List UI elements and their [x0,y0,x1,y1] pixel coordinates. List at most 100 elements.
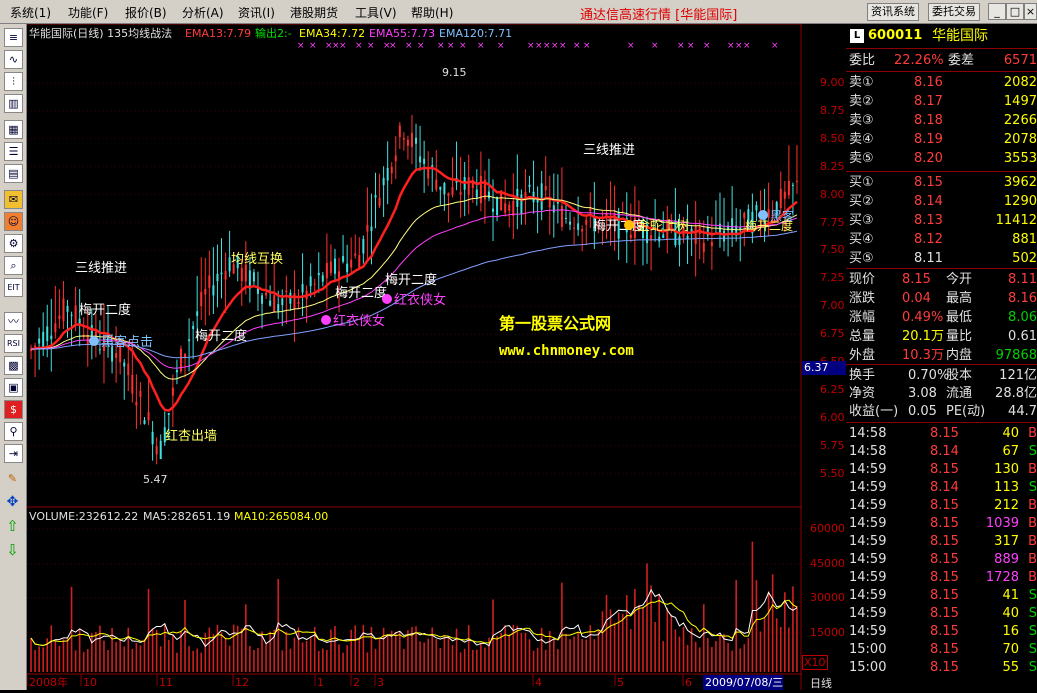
stat-row: 净资 3.08 流通 28.8亿 [846,385,1037,403]
indicator-icon[interactable]: ▩ [4,356,23,375]
rsi-icon[interactable]: RSI [4,334,23,353]
volume-unit: X10 [802,655,828,670]
tick-volume: 1039 [985,516,1019,531]
candle-body [309,276,312,287]
arrow-down-icon[interactable]: ⇩ [4,542,21,559]
candle-body [62,298,65,322]
period-label[interactable]: 日线 [810,675,832,691]
trade-button[interactable]: 委托交易 [928,3,980,21]
dollar-icon[interactable]: $ [4,400,23,419]
tick-price: 8.15 [930,660,959,675]
arrow-up-icon[interactable]: ⇧ [4,518,21,535]
mail-icon[interactable]: ✉ [4,190,23,209]
menu-analysis[interactable]: 分析(A) [182,4,224,21]
bid-volume: 11412 [995,213,1037,228]
kline-chart-svg[interactable]: × × × × × × × ×× × × × × × × × × × × × × × × × × × × × × × × × 华能国际(日线… [26,23,802,690]
stat-value: 0.70% [908,368,950,383]
kline-chart-icon[interactable]: ⫶ [4,72,23,91]
annotation-meikai-2: 梅开二度 [195,328,247,344]
candle-body [297,301,300,304]
stat-value: 0.05 [908,404,937,419]
candle-body [686,235,689,239]
bid-level-label: 买① [849,175,874,190]
candle-body [662,234,665,239]
candle-body [743,212,746,219]
candle-body [362,238,365,254]
hongyi-marker-2 [382,294,392,304]
candle-body [374,194,377,198]
bid-volume: 3962 [1003,175,1037,190]
signal-marker: × [417,41,425,51]
candle-body [252,272,255,282]
candle-body [386,167,389,181]
candle-body [281,298,284,306]
price-tick-label: 6.75 [820,327,845,341]
candle-body [313,283,316,285]
signal-marker: × [497,41,505,51]
pencil-icon[interactable]: ✎ [4,470,21,487]
wave-icon[interactable]: 〰 [4,312,23,331]
tick-volume: 113 [994,480,1019,495]
tick-time: 15:00 [849,642,887,657]
tick-side: S [1028,624,1037,639]
candle-body [333,258,336,274]
bar-chart-icon[interactable]: ▥ [4,94,23,113]
signal-marker: × [651,41,659,51]
users-icon[interactable]: ☺ [4,212,23,231]
jinshe-marker [624,220,634,230]
candle-body [492,208,495,212]
candle-body [475,189,478,198]
tick-side: S [1028,480,1037,495]
tick-time: 14:58 [849,426,887,441]
tick-volume: 889 [994,552,1019,567]
menu-quote[interactable]: 报价(B) [125,4,167,21]
list-icon[interactable]: ☰ [4,142,23,161]
candle-body [459,192,462,195]
minimize-icon[interactable]: _ [988,3,1006,20]
table-icon[interactable]: ▦ [4,120,23,139]
candle-body [443,183,446,195]
move-icon[interactable]: ✥ [4,494,21,511]
stat-label: 换手 [849,368,876,383]
stat-value: 44.7 [1008,404,1037,419]
x-axis-label: 12 [235,676,249,689]
kline-chart-area[interactable]: × × × × × × × × × × × × × × × × × × × × × × × × × × × × × × × × 华能国际(日线… [26,23,802,690]
eit-icon[interactable]: EIT [4,278,23,297]
export-icon[interactable]: ⇥ [4,444,23,463]
ranking-icon[interactable]: ▤ [4,164,23,183]
menu-tools[interactable]: 工具(V) [355,4,397,21]
info-system-button[interactable]: 资讯系统 [867,3,919,21]
tick-price: 8.15 [930,642,959,657]
menu-help[interactable]: 帮助(H) [411,4,453,21]
analysis-icon[interactable]: ⚙ [4,234,23,253]
price-tick-label: 8.75 [820,103,845,117]
menu-hk-futures[interactable]: 港股期货 [290,4,338,21]
ask-volume: 2266 [1003,113,1037,128]
candle-body [204,288,207,295]
restore-icon[interactable]: □ [1006,3,1024,20]
quote-list-icon[interactable]: ≡ [4,28,23,47]
menu-function[interactable]: 功能(F) [68,4,108,21]
price-tick-label: 6.25 [820,382,845,396]
candle-body [155,446,158,455]
candle-body [520,194,523,214]
chart-window-icon[interactable]: ▣ [4,378,23,397]
tick-time: 14:59 [849,516,887,531]
candle-body [731,218,734,233]
tick-row: 15:00 8.15 55 S [846,659,1037,677]
signal-marker: × [771,41,779,51]
candle-body [244,264,247,282]
search-icon[interactable]: ⌕ [4,256,23,275]
tick-side: B [1028,516,1037,531]
stat-value: 10.3万 [902,348,944,363]
stat-value: 20.1万 [902,329,944,344]
menu-system[interactable]: 系统(1) [10,4,51,21]
minute-chart-icon[interactable]: ∿ [4,50,23,69]
close-icon[interactable]: × [1024,3,1037,20]
link-icon[interactable]: ⚲ [4,422,23,441]
tick-volume: 70 [1002,642,1019,657]
stat-value: 8.06 [1008,310,1037,325]
candle-body [66,305,69,312]
signal-marker: × [627,41,635,51]
menu-info[interactable]: 资讯(I) [238,4,275,21]
